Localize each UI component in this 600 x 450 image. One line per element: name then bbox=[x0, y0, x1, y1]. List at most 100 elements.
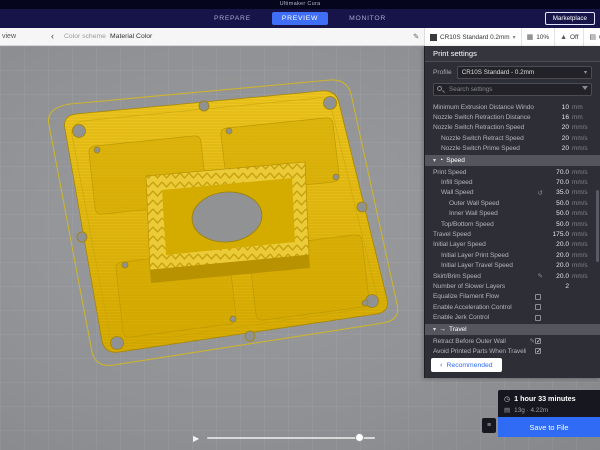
recommended-mode-button[interactable]: ‹ Recommended bbox=[431, 358, 502, 372]
setting-checkbox[interactable] bbox=[535, 338, 541, 344]
setting-row[interactable]: Speed bbox=[425, 155, 600, 166]
setting-checkbox[interactable] bbox=[535, 304, 541, 310]
edit-icon[interactable]: ✎ bbox=[413, 28, 419, 46]
setting-label: Equalize Filament Flow bbox=[433, 293, 526, 300]
save-to-file-button[interactable]: Save to File bbox=[498, 417, 600, 437]
setting-row[interactable]: Equalize Filament Flow bbox=[425, 292, 600, 302]
setting-value[interactable]: 50.0 bbox=[543, 200, 569, 207]
setting-value[interactable]: 20.0 bbox=[543, 252, 569, 259]
setting-row[interactable]: Nozzle Switch Retraction Speed 20 mm/s bbox=[425, 123, 600, 133]
back-button[interactable]: ‹ bbox=[46, 30, 59, 43]
view-toolbar: view ‹ Color scheme Material Color ✎ CR1… bbox=[0, 28, 600, 46]
setting-row[interactable]: Travel bbox=[425, 324, 600, 335]
setting-row[interactable]: Initial Layer Speed 20.0 mm/s bbox=[425, 240, 600, 250]
setting-label: Nozzle Switch Retract Speed bbox=[433, 135, 534, 142]
setting-row[interactable]: Enable Acceleration Control bbox=[425, 302, 600, 312]
setting-value[interactable]: 20 bbox=[543, 135, 569, 142]
setting-unit: mm/s bbox=[569, 262, 594, 269]
setting-row[interactable]: Avoid Printed Parts When Traveling bbox=[425, 346, 600, 354]
printer-config-button[interactable]: CR10S Standard 0.2mm ▾ bbox=[425, 28, 522, 46]
profile-value: CR10S Standard - 0.2mm bbox=[462, 69, 534, 76]
material-icon: ▤ bbox=[504, 406, 510, 414]
setting-value[interactable]: 20.0 bbox=[543, 241, 569, 248]
color-scheme-label: Color scheme bbox=[64, 28, 106, 46]
output-device-button[interactable]: ≡ bbox=[482, 418, 496, 433]
color-scheme-dropdown[interactable]: Material Color bbox=[110, 28, 152, 46]
support-config-button[interactable]: ▲ Off bbox=[555, 28, 584, 46]
setting-label: Travel bbox=[449, 326, 594, 333]
stage-tabs: PREPARE PREVIEW MONITOR bbox=[0, 9, 600, 28]
setting-label: Avoid Printed Parts When Traveling bbox=[433, 348, 526, 354]
setting-value[interactable]: 70.0 bbox=[543, 169, 569, 176]
setting-row[interactable]: Number of Slower Layers 2 bbox=[425, 281, 600, 291]
support-icon: ▲ bbox=[560, 34, 567, 41]
setting-row[interactable]: Outer Wall Speed 50.0 mm/s bbox=[425, 198, 600, 208]
support-value: Off bbox=[570, 34, 578, 41]
search-input[interactable] bbox=[433, 83, 592, 96]
setting-row[interactable]: Skirt/Brim Speed 20.0 mm/s bbox=[425, 271, 600, 281]
setting-value[interactable]: 10 bbox=[543, 104, 569, 111]
setting-value[interactable]: 20.0 bbox=[543, 262, 569, 269]
setting-value[interactable]: 50.0 bbox=[543, 221, 569, 228]
setting-value[interactable]: 16 bbox=[543, 114, 569, 121]
setting-row[interactable]: Nozzle Switch Retraction Distance 16 mm bbox=[425, 112, 600, 122]
setting-row[interactable]: Nozzle Switch Retract Speed 20 mm/s bbox=[425, 133, 600, 143]
setting-unit: mm/s bbox=[569, 252, 594, 259]
setting-row[interactable]: Infill Speed 70.0 mm/s bbox=[425, 177, 600, 187]
infill-config-button[interactable]: ▦ 10% bbox=[522, 28, 555, 46]
setting-value[interactable]: 70.0 bbox=[543, 179, 569, 186]
setting-row[interactable]: Retract Before Outer Wall bbox=[425, 336, 600, 346]
setting-row[interactable]: Minimum Extrusion Distance Window 10 mm bbox=[425, 102, 600, 112]
setting-unit: mm/s bbox=[569, 210, 594, 217]
setting-label: Outer Wall Speed bbox=[433, 200, 534, 207]
setting-row[interactable]: Top/Bottom Speed 50.0 mm/s bbox=[425, 219, 600, 229]
setting-unit: mm/s bbox=[569, 135, 594, 142]
setting-unit: mm/s bbox=[569, 221, 594, 228]
setting-unit: mm/s bbox=[569, 169, 594, 176]
setting-checkbox[interactable] bbox=[535, 348, 541, 354]
stage-tab[interactable]: MONITOR bbox=[340, 13, 395, 24]
stage-tab[interactable]: PREPARE bbox=[205, 13, 260, 24]
setting-row[interactable]: Travel Speed 175.0 mm/s bbox=[425, 229, 600, 239]
path-slider[interactable] bbox=[207, 432, 375, 444]
section-icon bbox=[439, 326, 446, 333]
setting-label: Nozzle Switch Retraction Speed bbox=[433, 124, 534, 131]
infill-icon: ▦ bbox=[527, 33, 534, 41]
setting-value[interactable]: 175.0 bbox=[543, 231, 569, 238]
slider-handle[interactable] bbox=[355, 433, 364, 442]
setting-row[interactable]: Inner Wall Speed 50.0 mm/s bbox=[425, 209, 600, 219]
play-button[interactable]: ▶ bbox=[189, 434, 203, 443]
setting-label: Speed bbox=[446, 157, 594, 164]
panel-footer: ‹ Recommended bbox=[425, 354, 600, 378]
setting-value[interactable]: 20.0 bbox=[543, 273, 569, 280]
setting-label: Initial Layer Travel Speed bbox=[433, 262, 534, 269]
setting-row[interactable]: Wall Speed 35.0 mm/s bbox=[425, 188, 600, 198]
setting-row[interactable]: Initial Layer Print Speed 20.0 mm/s bbox=[425, 250, 600, 260]
setting-value[interactable]: 35.0 bbox=[543, 189, 569, 196]
stage-tab[interactable]: PREVIEW bbox=[272, 12, 328, 25]
setting-checkbox[interactable] bbox=[535, 315, 541, 321]
setting-value[interactable]: 20 bbox=[543, 145, 569, 152]
setting-checkbox[interactable] bbox=[535, 294, 541, 300]
chevron-down-icon: ▾ bbox=[584, 69, 587, 76]
setting-unit: mm/s bbox=[569, 200, 594, 207]
panel-title: Print settings bbox=[425, 46, 600, 62]
tab-label: PREPARE bbox=[214, 15, 251, 22]
adhesion-config-button[interactable]: ▤ On bbox=[584, 28, 600, 46]
setting-value[interactable]: 20 bbox=[543, 124, 569, 131]
model-3d[interactable] bbox=[0, 46, 424, 450]
setting-row[interactable]: Nozzle Switch Prime Speed 20 mm/s bbox=[425, 144, 600, 154]
slider-track[interactable] bbox=[207, 437, 375, 439]
profile-label: Profile bbox=[433, 69, 452, 76]
setting-row[interactable]: Enable Jerk Control bbox=[425, 312, 600, 322]
setting-row[interactable]: Initial Layer Travel Speed 20.0 mm/s bbox=[425, 260, 600, 270]
marketplace-button[interactable]: Marketplace bbox=[545, 12, 595, 25]
setting-unit: mm/s bbox=[569, 273, 594, 280]
setting-value[interactable]: 50.0 bbox=[543, 210, 569, 217]
filter-icon[interactable] bbox=[582, 86, 588, 90]
setting-row[interactable]: Print Speed 70.0 mm/s bbox=[425, 167, 600, 177]
profile-dropdown[interactable]: CR10S Standard - 0.2mm ▾ bbox=[457, 66, 592, 79]
clock-icon: ◷ bbox=[504, 395, 510, 403]
setting-value[interactable]: 2 bbox=[543, 283, 569, 290]
setting-label: Number of Slower Layers bbox=[433, 283, 534, 290]
